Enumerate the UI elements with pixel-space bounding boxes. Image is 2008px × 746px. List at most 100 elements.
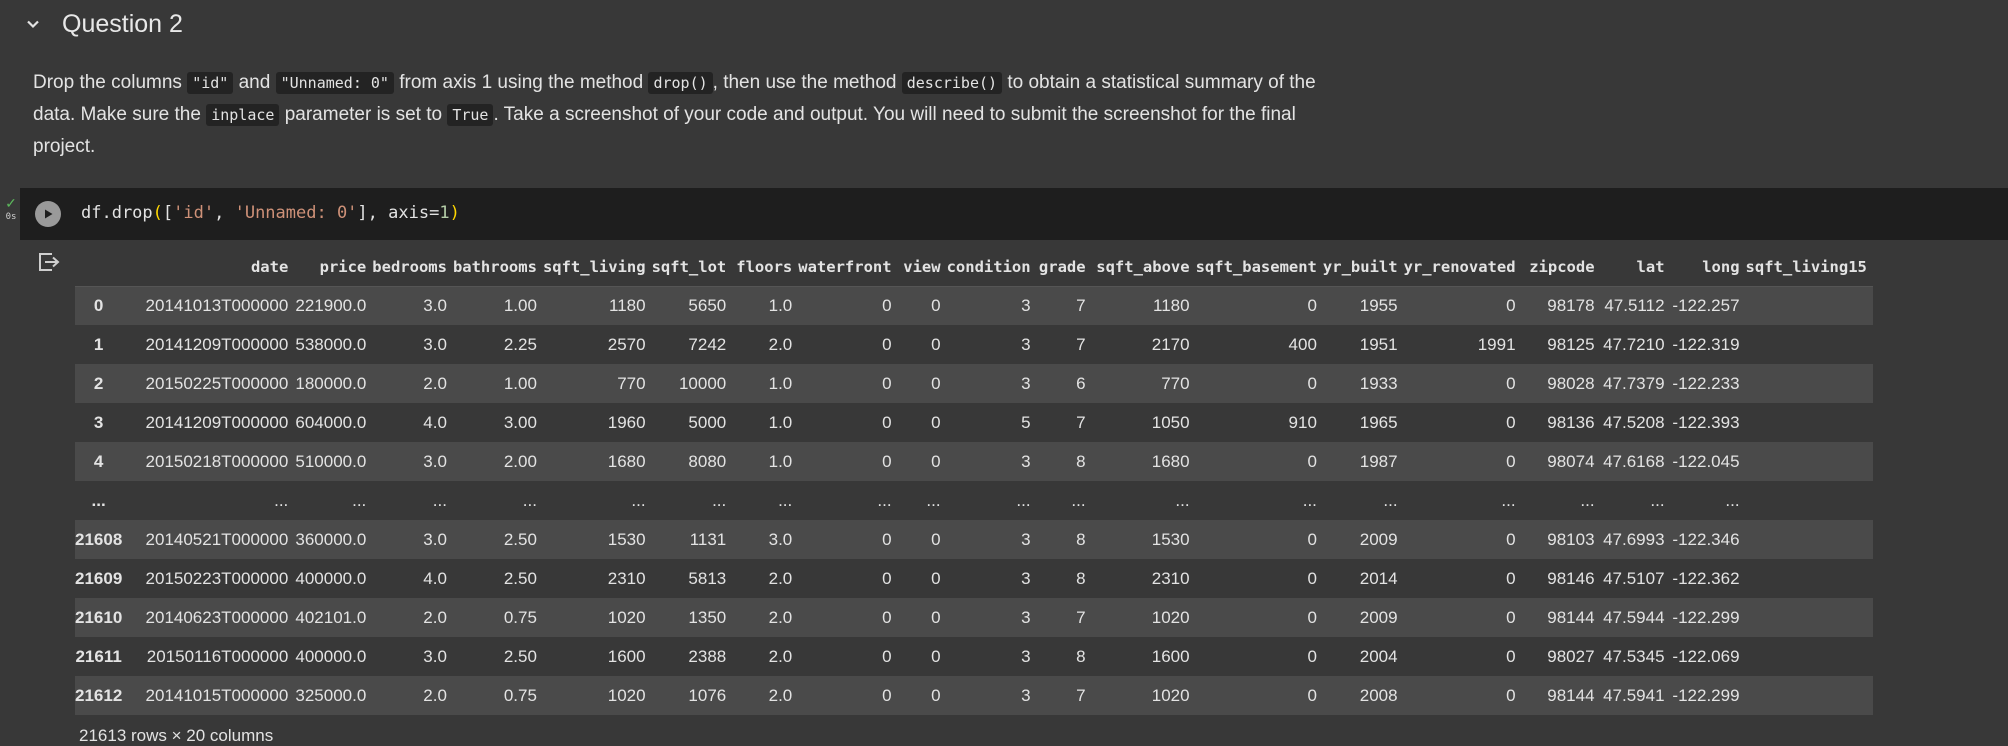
table-cell: 221900.0 (295, 295, 367, 315)
table-cell: 3 (1021, 373, 1031, 393)
table-cell: 8 (1076, 646, 1086, 666)
column-header: sqft_basement (1195, 248, 1323, 287)
table-cell: 0 (1506, 568, 1516, 588)
table-cell: 2.0 (768, 568, 793, 588)
table-cell: 0.75 (503, 607, 537, 627)
row-index: 2 (93, 373, 104, 393)
table-cell: 3.0 (423, 529, 447, 549)
column-header (75, 248, 129, 287)
table-cell: ... (1383, 490, 1398, 510)
table-cell: 1680 (1151, 451, 1190, 471)
table-cell: 5813 (688, 568, 727, 588)
table-cell: 538000.0 (295, 334, 367, 354)
table-cell: -122.257 (1672, 295, 1740, 315)
output-icon[interactable] (35, 249, 61, 275)
inline-code: True (447, 104, 494, 126)
table-cell: 10000 (678, 373, 727, 393)
table-cell: 400 (1288, 334, 1317, 354)
table-cell: 0 (931, 451, 941, 471)
dataframe-shape: 21613 rows × 20 columns (79, 726, 274, 745)
table-cell (1746, 325, 1873, 364)
table-cell: 0 (1307, 373, 1317, 393)
table-cell: 20140521T000000 (145, 529, 289, 549)
table-cell: 5000 (688, 412, 727, 432)
table-cell: ... (877, 490, 892, 510)
table-cell: 20141209T000000 (145, 412, 289, 432)
table-cell: 1933 (1359, 373, 1398, 393)
table-cell: 2.50 (503, 529, 537, 549)
table-cell: 1131 (689, 529, 727, 549)
table-cell: 1050 (1151, 412, 1190, 432)
table-cell: 6 (1076, 373, 1086, 393)
row-index: 1 (93, 334, 104, 354)
table-cell: -122.362 (1672, 568, 1740, 588)
table-cell: 7 (1076, 685, 1086, 705)
table-cell: 0 (931, 685, 941, 705)
table-cell (1746, 598, 1873, 637)
column-header: yr_renovated (1403, 248, 1522, 287)
table-cell (1746, 442, 1873, 481)
column-header: zipcode (1521, 248, 1601, 287)
table-cell: 402101.0 (295, 607, 367, 627)
table-cell: 20150223T000000 (145, 568, 289, 588)
table-cell: 400000.0 (295, 646, 367, 666)
table-cell: ... (1302, 490, 1317, 510)
run-cell-button[interactable] (35, 201, 61, 227)
column-header: sqft_living15 (1745, 248, 1873, 287)
chevron-down-icon[interactable] (22, 13, 44, 35)
table-cell: 47.5208 (1603, 412, 1665, 432)
column-header: view (897, 248, 947, 287)
table-cell: 0 (931, 373, 941, 393)
inline-code: inplace (206, 104, 280, 126)
table-cell: 0 (1506, 412, 1516, 432)
play-icon (45, 209, 53, 219)
table-cell: 1020 (1151, 685, 1190, 705)
table-cell: 2.0 (423, 685, 447, 705)
table-cell: 0 (1506, 646, 1516, 666)
table-cell (1746, 286, 1873, 325)
table-cell: 2.0 (768, 607, 793, 627)
instructions-text-segment: Drop the columns (33, 72, 188, 93)
table-cell: 8 (1076, 529, 1086, 549)
table-cell: 2570 (607, 334, 646, 354)
table-cell: 3 (1021, 685, 1031, 705)
column-header: date (128, 248, 295, 287)
table-cell: ... (1725, 490, 1740, 510)
table-cell: 47.5112 (1604, 295, 1665, 315)
table-cell: 2.0 (423, 373, 447, 393)
code-token: 1 (439, 203, 450, 223)
table-cell: 1600 (1151, 646, 1190, 666)
table-cell: 2310 (1151, 568, 1190, 588)
table-cell: ... (352, 490, 367, 510)
table-row: 21608 20140521T000000 360000.0 3.0 2.50 1530 1… (75, 520, 1873, 559)
table-cell: 20150218T000000 (145, 451, 289, 471)
table-cell: 7 (1076, 334, 1086, 354)
table-cell: 47.6993 (1603, 529, 1665, 549)
table-cell: 20150116T000000 (146, 646, 289, 666)
table-cell: 1020 (607, 607, 646, 627)
table-cell: 0 (882, 373, 892, 393)
table-cell: 0 (1307, 529, 1317, 549)
table-cell: 3.0 (423, 334, 447, 354)
column-header: bathrooms (452, 248, 543, 287)
code-editor[interactable]: df.drop(['id', 'Unnamed: 0'], axis=1) (81, 200, 460, 226)
table-cell (1746, 364, 1873, 403)
code-token: ], axis= (357, 203, 440, 223)
table-cell: 2009 (1359, 607, 1398, 627)
table-cell (1746, 637, 1873, 676)
table-cell: 1991 (1477, 334, 1516, 354)
table-cell (1746, 481, 1873, 520)
instructions-text-segment: , then use the method (712, 72, 902, 93)
table-cell: 2310 (607, 568, 646, 588)
table-cell: -122.299 (1672, 607, 1740, 627)
table-cell: 0 (882, 529, 892, 549)
table-cell: 47.6168 (1603, 451, 1665, 471)
table-cell: 98125 (1547, 334, 1595, 354)
table-cell: 770 (1161, 373, 1190, 393)
table-cell: 4.0 (423, 412, 447, 432)
table-row: 21609 20150223T000000 400000.0 4.0 2.50 2310 5… (75, 559, 1873, 598)
table-cell: 0 (882, 334, 892, 354)
table-cell: 47.5941 (1603, 685, 1665, 705)
table-cell: 1951 (1359, 334, 1398, 354)
table-cell: 0 (1307, 607, 1317, 627)
